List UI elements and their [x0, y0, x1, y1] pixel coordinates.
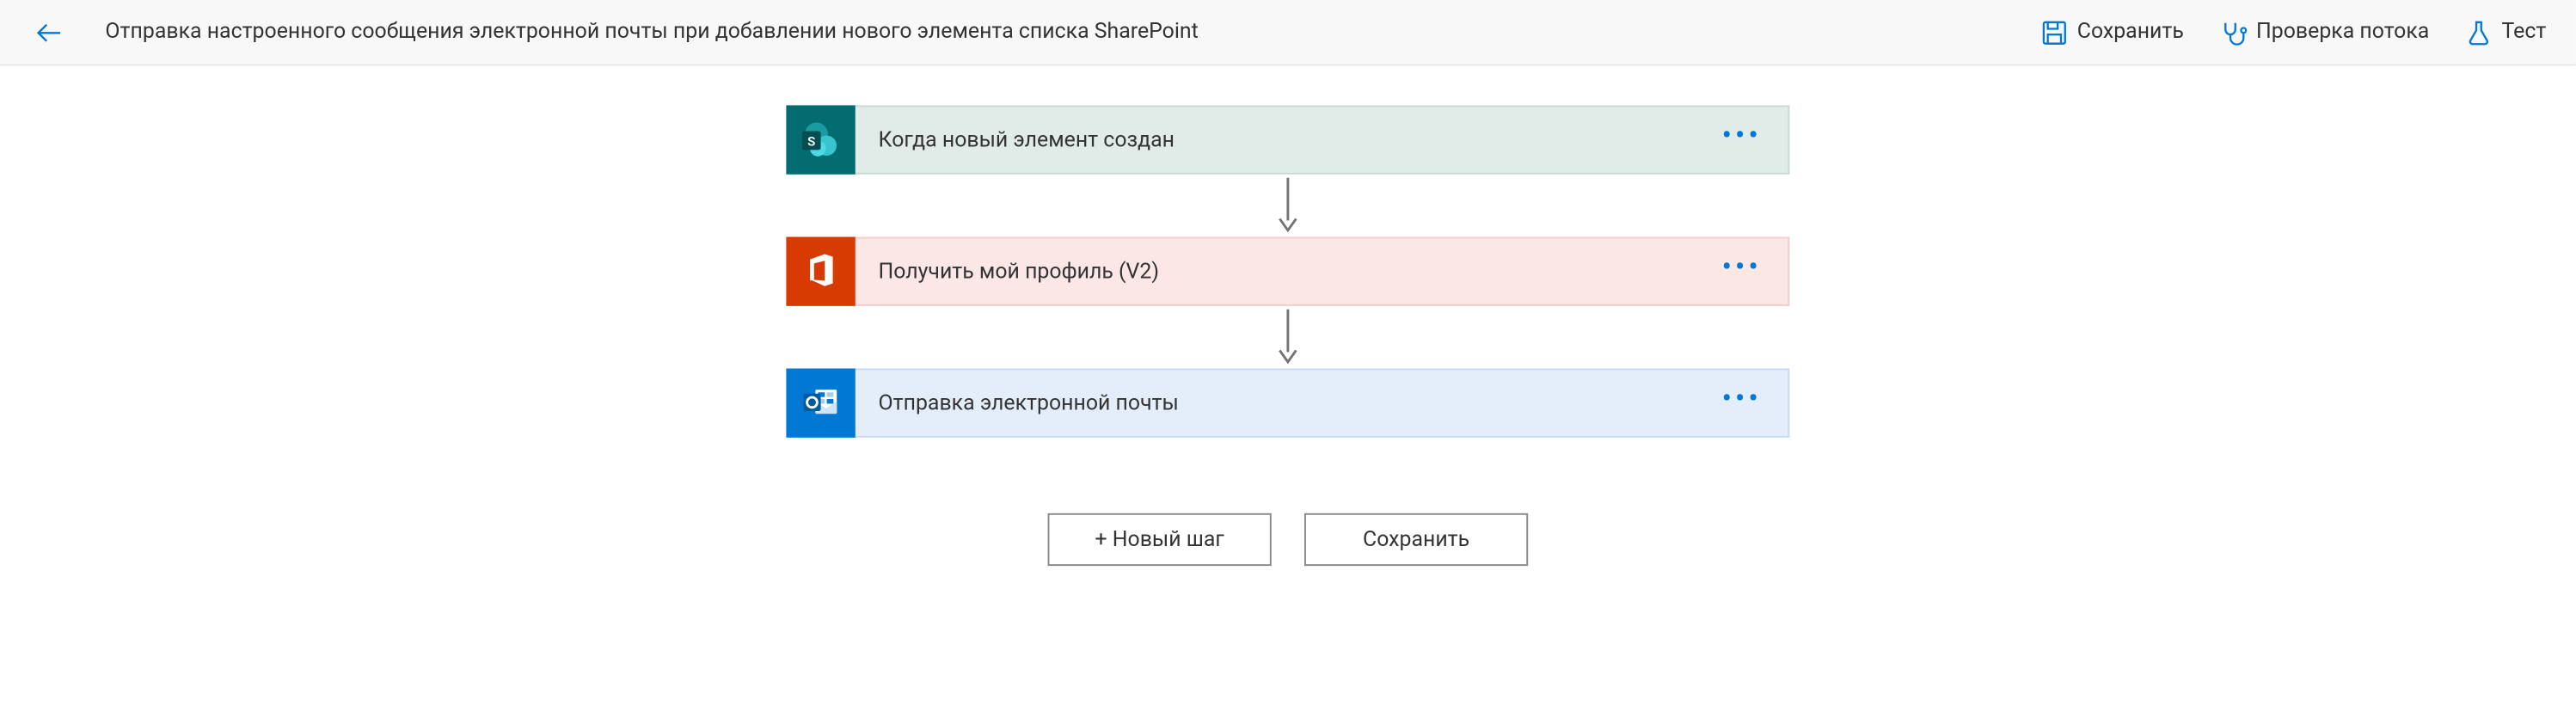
step-office-profile[interactable]: Получить мой профиль (V2) ••• — [786, 236, 1789, 305]
svg-text:S: S — [807, 133, 815, 149]
test-action[interactable]: Тест — [2452, 12, 2560, 52]
stethoscope-icon — [2220, 19, 2247, 46]
step-outlook-send-email[interactable]: Отправка электронной почты ••• — [786, 369, 1789, 438]
step-title: Получить мой профиль (V2) — [879, 259, 1722, 284]
sharepoint-icon: S — [786, 105, 855, 174]
step-menu-icon[interactable]: ••• — [1721, 137, 1788, 144]
office-icon — [786, 236, 855, 305]
editor-header: Отправка настроенного сообщения электрон… — [0, 0, 2576, 66]
bottom-actions: + Новый шаг Сохранить — [1048, 513, 1529, 566]
check-flow-label: Проверка потока — [2256, 20, 2429, 45]
connector-arrow-icon — [1276, 175, 1299, 237]
check-flow-action[interactable]: Проверка потока — [2207, 12, 2443, 52]
save-label: Сохранить — [2077, 20, 2184, 45]
flow-canvas: S Когда новый элемент создан ••• Получит… — [0, 66, 2576, 567]
connector-arrow-icon — [1276, 306, 1299, 369]
test-label: Тест — [2501, 20, 2546, 45]
save-icon — [2041, 19, 2068, 46]
header-actions: Сохранить Проверка потока Тест — [2027, 12, 2559, 52]
new-step-button[interactable]: + Новый шаг — [1048, 513, 1272, 566]
step-title: Когда новый элемент создан — [879, 127, 1722, 152]
step-sharepoint-trigger[interactable]: S Когда новый элемент создан ••• — [786, 105, 1789, 174]
back-arrow-icon[interactable] — [29, 12, 69, 52]
flask-icon — [2465, 19, 2492, 46]
step-menu-icon[interactable]: ••• — [1721, 400, 1788, 407]
page-title: Отправка настроенного сообщения электрон… — [105, 20, 2027, 45]
save-action[interactable]: Сохранить — [2027, 12, 2197, 52]
outlook-icon — [786, 369, 855, 438]
step-title: Отправка электронной почты — [879, 390, 1722, 415]
save-button[interactable]: Сохранить — [1304, 513, 1528, 566]
step-menu-icon[interactable]: ••• — [1721, 268, 1788, 275]
